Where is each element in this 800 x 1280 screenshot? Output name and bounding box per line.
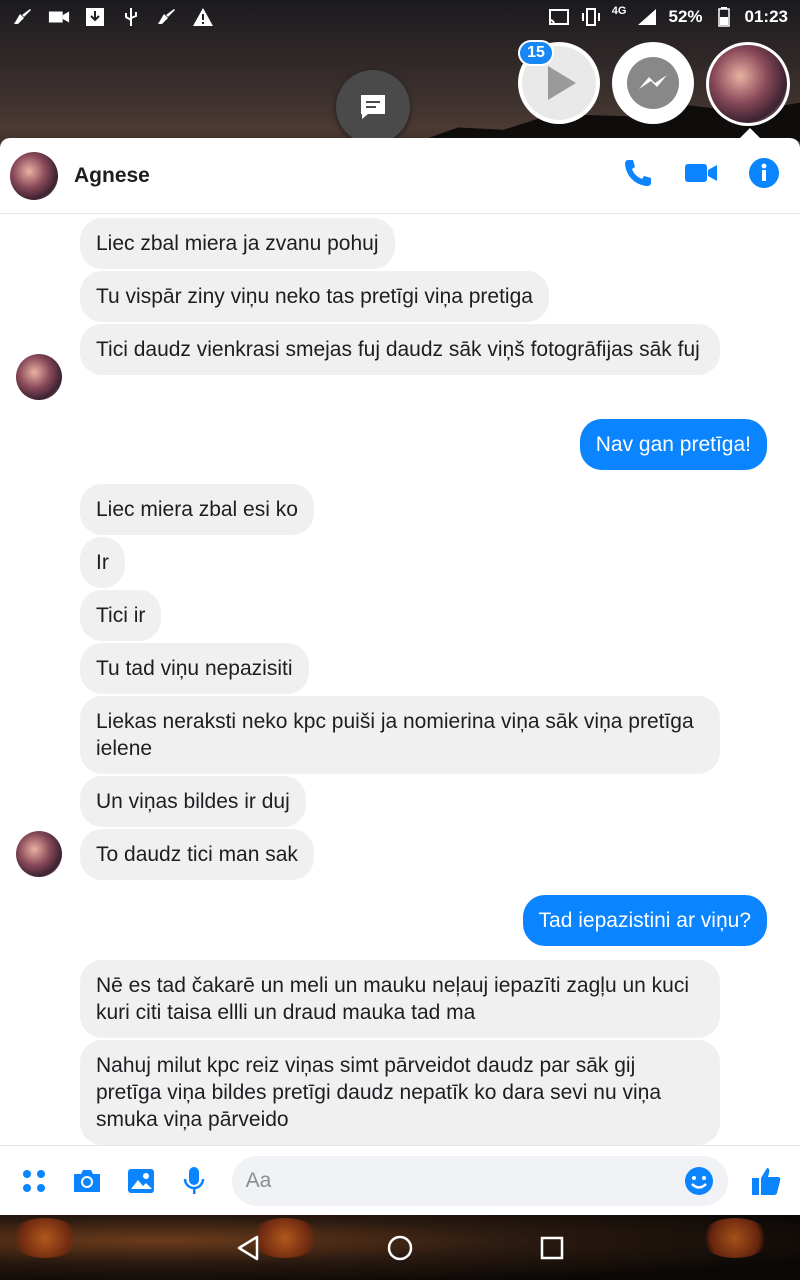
vibrate-icon (580, 8, 602, 26)
contact-avatar[interactable] (10, 151, 58, 200)
message-incoming[interactable]: Liec zbal miera ja zvanu pohuj (80, 218, 395, 269)
message-incoming[interactable]: To daudz tici man sak (80, 829, 314, 880)
microphone-icon[interactable] (178, 1165, 209, 1197)
contact-avatar (16, 354, 62, 400)
message-incoming[interactable]: Tu vispār ziny viņu neko tas pretīgi viņ… (80, 271, 549, 322)
message-outgoing[interactable]: Tad iepazistini ar viņu? (522, 895, 767, 946)
navigation-bar (0, 1215, 800, 1280)
message-incoming[interactable]: Nahuj milut kpc reiz viņas simt pārveido… (80, 1040, 720, 1145)
chat-head-contact[interactable] (706, 42, 790, 126)
chat-header: Agnese (0, 138, 800, 214)
recents-button[interactable] (532, 1228, 572, 1268)
home-icon (387, 1235, 413, 1260)
message-incoming[interactable]: Tu tad viņu nepazisiti (80, 643, 309, 694)
usb-icon (120, 8, 142, 26)
battery-icon (713, 7, 735, 27)
back-icon (237, 1235, 259, 1260)
message-icon (361, 95, 385, 119)
status-bar: 4G 52% 01:23 (0, 0, 800, 34)
message-input-placeholder: Aa (245, 1168, 272, 1192)
cast-icon (548, 8, 570, 26)
clock: 01:23 (744, 7, 788, 26)
gallery-icon[interactable] (125, 1165, 156, 1197)
contact-avatar (16, 831, 62, 877)
home-button[interactable] (380, 1228, 420, 1268)
download-icon (84, 8, 106, 26)
info-icon[interactable] (748, 157, 780, 194)
message-list[interactable]: Liec zbal miera ja zvanu pohuj Tu vispār… (0, 214, 800, 1206)
chat-head-messenger[interactable] (612, 42, 694, 124)
chat-heads-toggle-button[interactable] (336, 70, 410, 144)
message-incoming[interactable]: Nē es tad čakarē un meli un mauku neļauj… (80, 960, 720, 1038)
apps-icon[interactable] (18, 1165, 49, 1197)
camera-icon[interactable] (71, 1165, 103, 1197)
message-incoming[interactable]: Ir (80, 537, 125, 588)
avatar (709, 45, 787, 123)
video-icon[interactable] (684, 161, 718, 190)
warning-icon (192, 8, 214, 26)
battery-percent: 52% (668, 7, 703, 26)
messenger-icon (627, 57, 679, 109)
message-input[interactable]: Aa (231, 1155, 728, 1206)
network-type: 4G (611, 5, 627, 17)
broom-icon (156, 8, 178, 26)
message-incoming[interactable]: Liekas neraksti neko kpc puiši ja nomier… (80, 696, 720, 774)
message-incoming[interactable]: Tici daudz vienkrasi smejas fuj daudz sā… (80, 324, 720, 375)
video-camera-icon (48, 8, 70, 26)
back-button[interactable] (228, 1228, 268, 1268)
broom-icon (12, 8, 34, 26)
signal-icon (636, 8, 658, 26)
message-incoming[interactable]: Tici ir (80, 590, 162, 641)
chat-window: Agnese Liec zbal miera ja zvanu pohuj Tu… (0, 138, 800, 1215)
recents-icon (540, 1236, 564, 1259)
thumbs-up-icon[interactable] (750, 1165, 782, 1197)
message-incoming[interactable]: Liec miera zbal esi ko (80, 484, 314, 535)
contact-name[interactable]: Agnese (74, 164, 150, 188)
message-incoming[interactable]: Un viņas bildes ir duj (80, 776, 306, 827)
phone-icon[interactable] (622, 157, 654, 194)
emoji-icon[interactable] (684, 1166, 714, 1196)
message-outgoing[interactable]: Nav gan pretīga! (579, 419, 767, 470)
unread-badge: 15 (518, 40, 554, 66)
composer: Aa (0, 1145, 800, 1215)
